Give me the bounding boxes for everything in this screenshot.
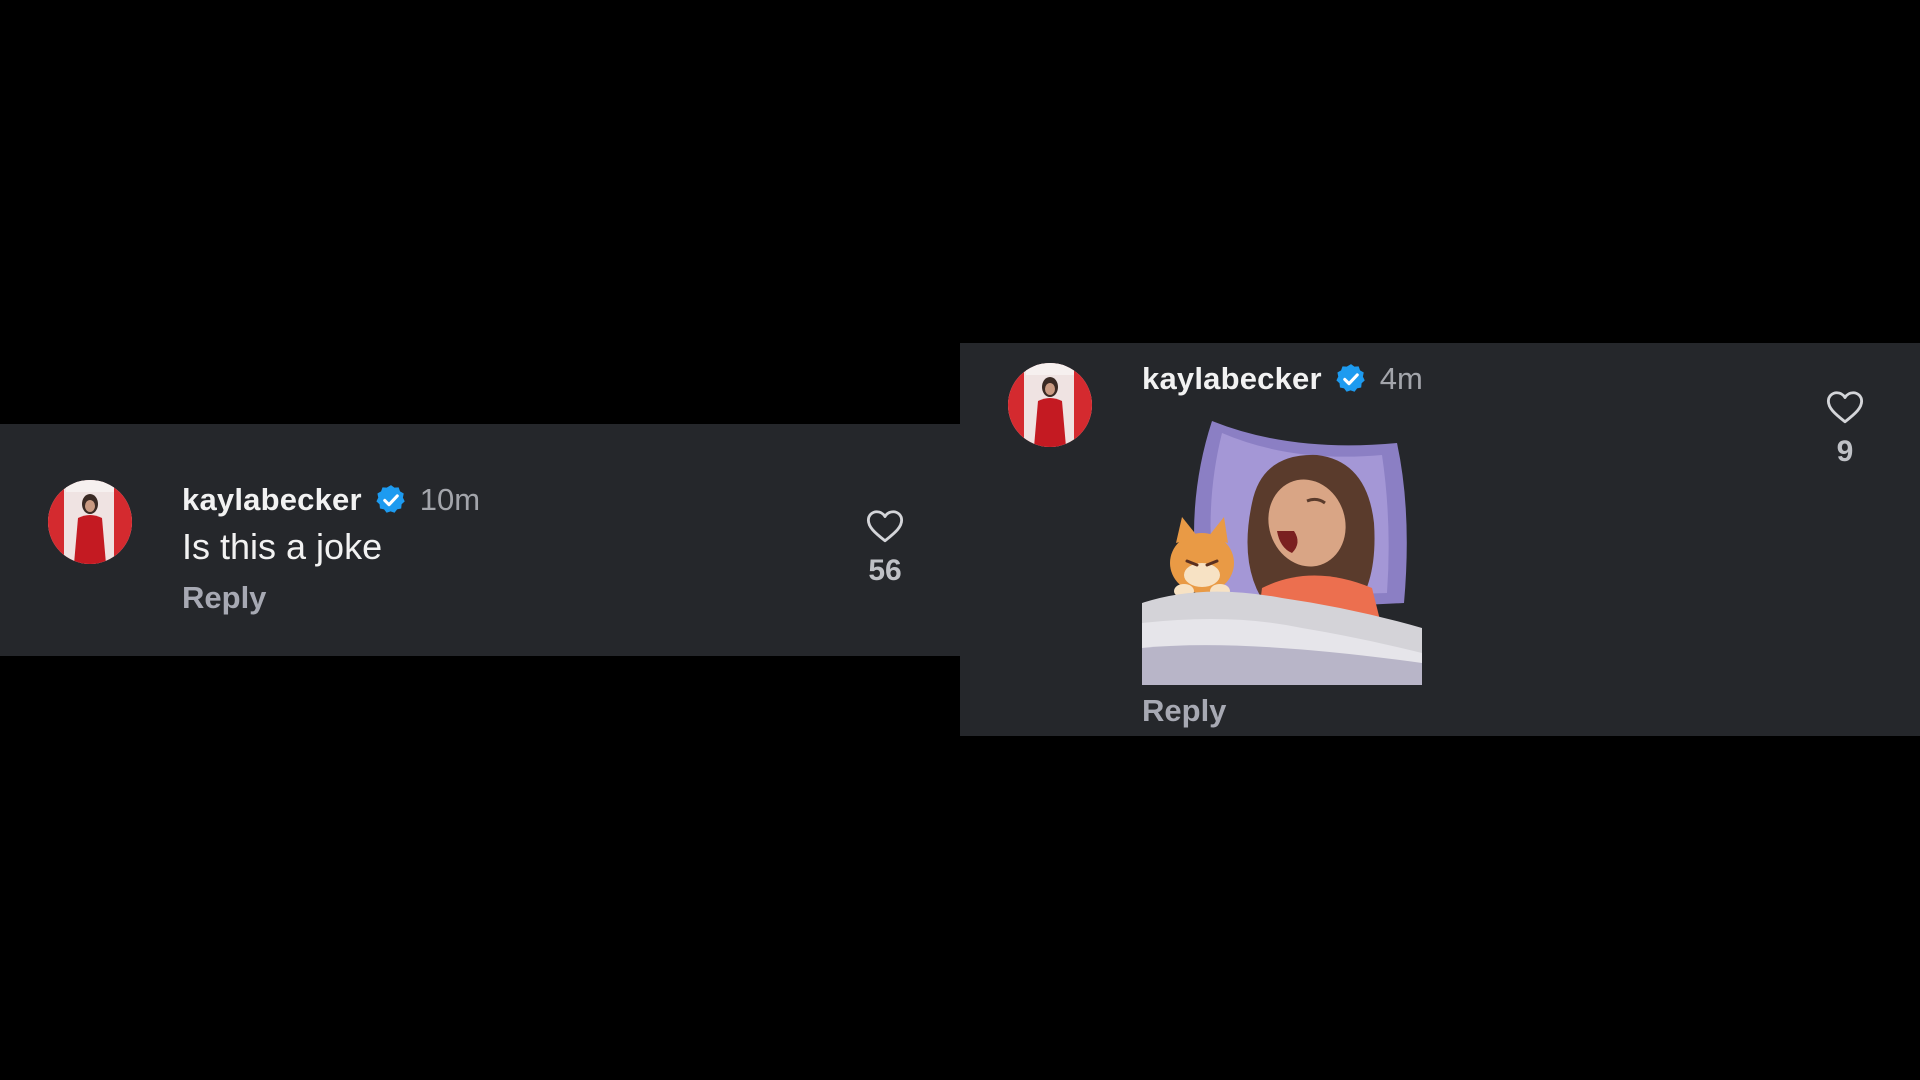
- username[interactable]: kaylabecker: [182, 482, 362, 518]
- avatar[interactable]: [48, 480, 132, 564]
- timestamp: 10m: [419, 482, 481, 517]
- comment-card: kaylabecker 10m Is this a joke Reply 56: [0, 424, 960, 656]
- verified-badge-icon: [374, 483, 408, 517]
- like-group: 56: [855, 508, 915, 588]
- comment-card: kaylabecker 4m Reply 9: [960, 343, 1920, 736]
- like-count: 9: [1836, 435, 1854, 468]
- like-group: 9: [1815, 389, 1875, 469]
- username[interactable]: kaylabecker: [1142, 361, 1322, 397]
- timestamp: 4m: [1379, 361, 1423, 396]
- reply-button[interactable]: Reply: [1142, 693, 1226, 729]
- heart-outline-icon[interactable]: [866, 508, 904, 544]
- comment-text: Is this a joke: [182, 526, 383, 567]
- reply-button[interactable]: Reply: [182, 580, 266, 616]
- avatar[interactable]: [1008, 363, 1092, 447]
- sleeping-woman-with-cat-sticker[interactable]: [1142, 413, 1422, 685]
- verified-badge-icon: [1334, 362, 1368, 396]
- heart-outline-icon[interactable]: [1826, 389, 1864, 425]
- like-count: 56: [868, 554, 902, 587]
